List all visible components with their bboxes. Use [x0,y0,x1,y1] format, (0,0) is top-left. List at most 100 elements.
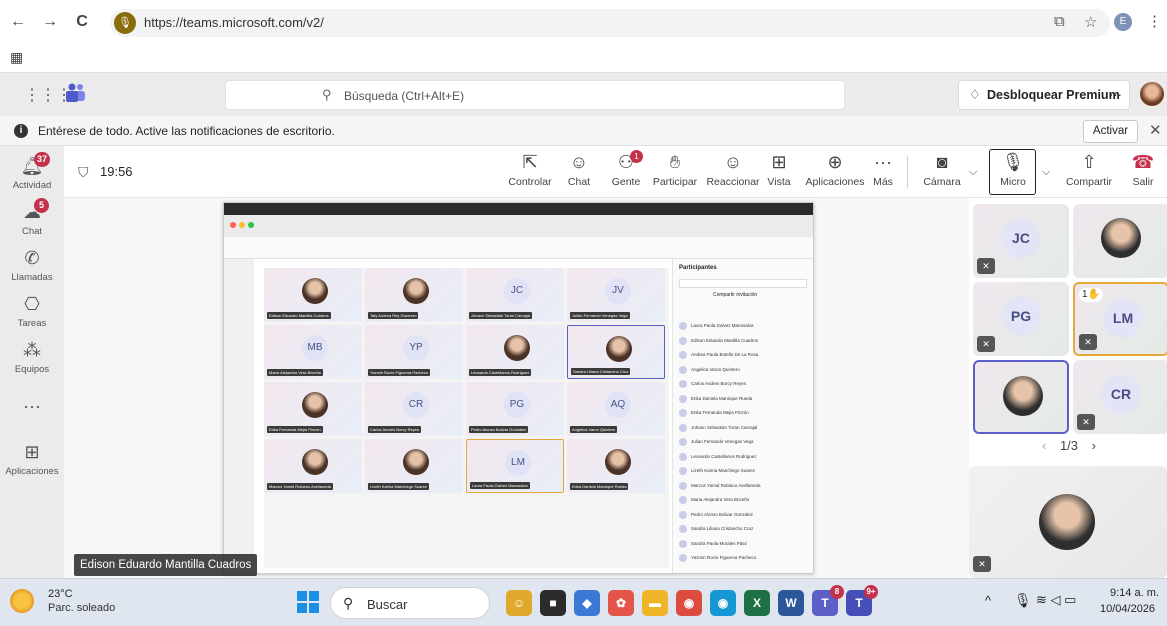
gallery-video-tile[interactable]: CR ✕ [1073,360,1167,434]
taskbar-search[interactable]: ⚲ Buscar [330,587,490,619]
search-input[interactable]: ⚲ Búsqueda (Ctrl+Alt+E) [225,80,845,110]
rail-item-more[interactable]: ··· [0,396,64,418]
raise-hand-button[interactable]: ✋︎ Participar [650,152,700,188]
windows-start-button[interactable] [297,591,319,613]
participant-avatar [679,423,687,432]
search-placeholder: Búsqueda (Ctrl+Alt+E) [344,89,465,103]
chevron-up-icon[interactable]: ^ [985,593,991,608]
site-info-icon[interactable]: 🎙 [114,12,136,34]
toolbar-label: Compartir [1065,176,1113,188]
reload-icon[interactable]: C [72,12,92,32]
participant-avatar [679,539,687,548]
taskbar-app-icon[interactable]: W [778,590,804,616]
participant-name: Angelica Varon Quintero [691,366,740,372]
taskbar-app-icon[interactable]: ◉ [676,590,702,616]
app-glyph: ✿ [615,596,627,610]
shared-tile-avatar: PG [504,392,530,418]
rail-item-calls[interactable]: ✆ Llamadas [0,248,64,283]
add-apps-icon: ⊞ [24,442,40,462]
participant-avatar: PG [1001,296,1041,336]
mic-options-chevron-icon[interactable]: ⌵ [1042,166,1050,179]
next-page-icon[interactable]: › [1092,438,1096,453]
app-glyph: ▬ [649,596,661,610]
gallery-video-tile[interactable]: JC ✕ [973,204,1069,278]
taskbar-app-icon[interactable]: ▬ [642,590,668,616]
taskbar-app-icon[interactable]: ✿ [608,590,634,616]
toolbar-label: Micro [1000,176,1026,188]
rail-item-teams[interactable]: ⁂ Equipos [0,340,64,375]
gallery-video-tile[interactable]: PG ✕ [973,282,1069,356]
gallery-video-tile[interactable]: LM ✕ 1✋ [1073,282,1167,356]
participant-avatar [679,394,687,403]
taskbar-app-icon[interactable]: T8 [812,585,844,616]
back-icon[interactable]: ← [8,12,28,32]
shared-video-tile: Taty Andrea Rey Guerrero [365,268,463,322]
participant-avatar [679,525,687,533]
user-avatar[interactable] [1140,82,1164,106]
shared-participants-panel: Participantes Compartir invitación Laura… [672,259,813,573]
gallery-video-tile[interactable] [973,360,1069,434]
notification-text: Entérese de todo. Active las notificacio… [38,124,335,138]
mic-icon[interactable]: 🎙︎ [1014,592,1032,609]
taskbar-app-icon[interactable]: ☺ [506,590,532,616]
wifi-volume-battery-icon[interactable]: ≋ ◁ ▭ [1036,592,1076,608]
forward-icon[interactable]: → [40,12,60,32]
participant-row: Pedro Alonso Bolivar Gonzalez [679,510,807,520]
shield-icon: ⛉ [78,164,89,180]
taskbar-app-icon[interactable]: X [744,590,770,616]
apps-button[interactable]: ⊕ Aplicaciones [800,152,870,188]
more-options-icon[interactable]: ··· [1109,87,1122,102]
apps-grid-icon[interactable]: ▦ [10,49,23,66]
camera-options-chevron-icon[interactable]: ⌵ [969,166,977,179]
prev-page-icon[interactable]: ‹ [1042,438,1046,453]
control-button[interactable]: ⇱ Controlar [504,152,556,188]
browser-menu-icon[interactable]: ⋮ [1147,12,1162,30]
react-button[interactable]: ☺ Reaccionar [704,152,762,188]
cast-icon[interactable]: ⧉ [1054,13,1065,30]
shared-tile-name: María Alejandra Vera Briceño [267,369,324,376]
self-video-tile[interactable]: ✕ [969,466,1167,578]
participant-row: Marcos Yamid Rubiano Avellaneda [679,481,807,491]
rail-item-chat[interactable]: ☁︎ 5 Chat [0,198,64,237]
rail-item-tasks[interactable]: ⎔ Tareas [0,294,64,329]
leave-button[interactable]: ☎︎ Salir [1128,152,1158,188]
participant-name: Laura Paola Galvez Manosalva [691,323,754,328]
taskbar-app-icon[interactable]: ◉ [710,590,736,616]
shared-video-tile: AQ Angelica Varon Quintero [567,382,665,436]
shared-video-tile: CR Carlos Andrés Borcy Reyes [365,382,463,436]
participant-row: Angelica Varon Quintero [679,365,807,375]
view-button[interactable]: ⊞ Vista [762,152,796,188]
self-avatar [1039,494,1095,550]
more-button[interactable]: ··· Más [869,152,897,188]
rail-item-apps[interactable]: ⊞ Aplicaciones [0,442,64,477]
mic-button[interactable]: 🎙︎ Micro [993,152,1033,188]
address-bar[interactable]: 🎙 https://teams.microsoft.com/v2/ [110,9,1110,37]
muted-mic-icon: ✕ [977,336,995,352]
browser-profile-avatar[interactable]: E [1114,13,1132,31]
sun-icon[interactable] [10,589,34,613]
mic-off-icon: 🎙︎ [1001,152,1025,172]
shared-tile-name: Marcos Yamid Rubiano Avellaneda [267,483,333,490]
teams-logo-icon [66,83,85,102]
share-button[interactable]: ⇧ Compartir [1064,152,1114,188]
gallery-video-tile[interactable] [1073,204,1167,278]
activate-notifications-button[interactable]: Activar [1083,120,1138,143]
rail-item-activity[interactable]: 🔔︎ 37 Actividad [0,152,64,191]
shared-window-titlebar [224,215,813,237]
participant-name: Johann Sebastián Toran Carvajal [691,424,758,430]
shared-tile-name: Sandra Liliana Cristancho Cruz [571,368,631,375]
taskbar-app-icon[interactable]: ■ [540,590,566,616]
chat-button[interactable]: ☺︎ Chat [562,152,596,188]
people-button[interactable]: ⚇ 1 Gente [608,150,644,188]
rail-label: Aplicaciones [5,466,59,477]
app-glyph: ■ [549,596,557,610]
close-icon[interactable]: ✕ [1149,121,1162,139]
camera-button[interactable]: ◙ Cámara [922,152,962,188]
taskbar-app-icon[interactable]: T 9+ [846,585,878,616]
bookmark-star-icon[interactable]: ☆ [1084,13,1097,31]
shared-tile-name: Leonardo Castellanos Rodriguez [469,369,532,376]
participant-avatar [679,554,687,562]
taskbar-app-icon[interactable]: ◆ [574,590,600,616]
unlock-premium-button[interactable]: ♢ Desbloquear Premium ··· [958,80,1130,110]
shared-tile-name: Edison Eduardo Mantilla Cuadros [267,312,331,319]
